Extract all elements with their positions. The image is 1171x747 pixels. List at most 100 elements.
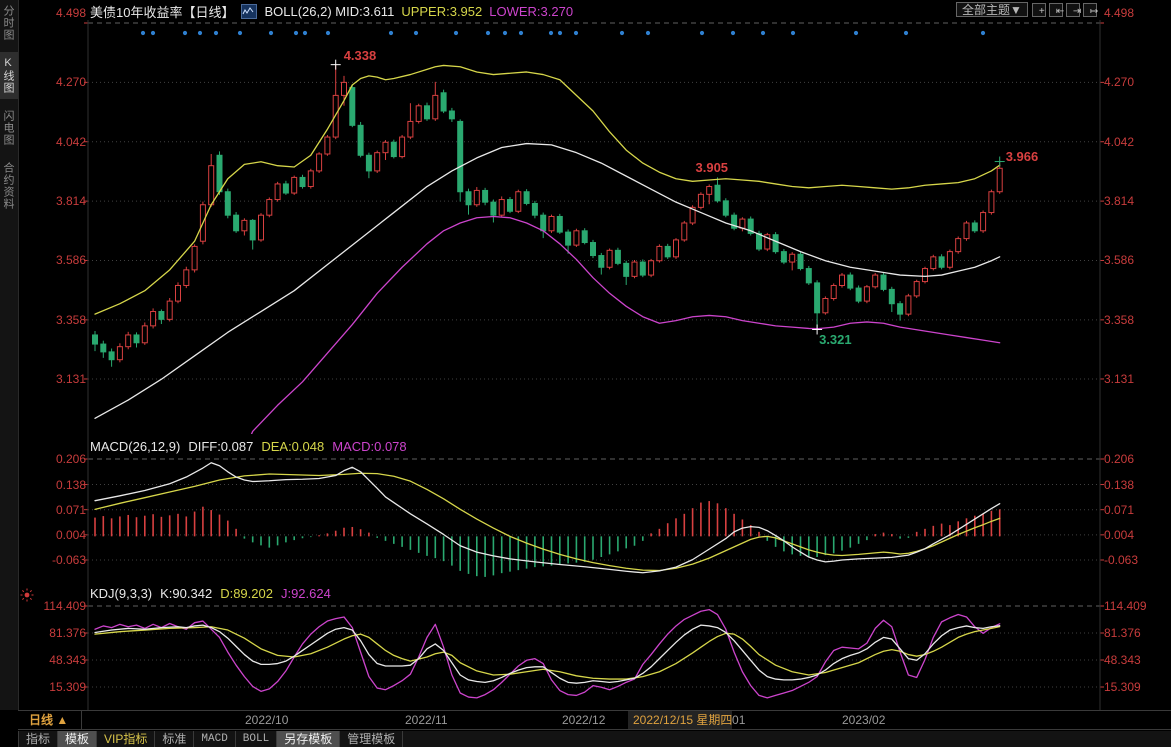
boll-lower-label: LOWER:3.270 bbox=[489, 4, 573, 19]
bottom-tab-另存模板[interactable]: 另存模板 bbox=[277, 731, 340, 747]
candle-body bbox=[674, 240, 679, 257]
signal-dot bbox=[183, 31, 187, 35]
period-selector[interactable]: 日线 ▲ bbox=[18, 711, 82, 729]
page-forward-icon[interactable]: ↦ bbox=[1083, 3, 1097, 17]
macd-diff-value: DIFF:0.087 bbox=[188, 439, 253, 454]
candle-body bbox=[864, 287, 869, 301]
date-tick-label: 2022/11 bbox=[405, 713, 448, 728]
candle-body bbox=[873, 275, 878, 287]
signal-dot bbox=[294, 31, 298, 35]
candle-body bbox=[898, 304, 903, 314]
theme-select-button[interactable]: 全部主题▼ bbox=[956, 2, 1028, 17]
zoom-out-icon[interactable]: ⇤ bbox=[1049, 3, 1063, 17]
alarm-icon[interactable] bbox=[20, 588, 34, 607]
candle-body bbox=[582, 231, 587, 243]
candle-body bbox=[972, 223, 977, 231]
bottom-tab-MACD[interactable]: MACD bbox=[194, 731, 235, 747]
candle-body bbox=[914, 282, 919, 296]
signal-dot bbox=[303, 31, 307, 35]
signal-dot bbox=[326, 31, 330, 35]
chart-canvas bbox=[0, 0, 1171, 747]
candle-body bbox=[275, 184, 280, 200]
date-axis: 日线 ▲ 2022/102022/112022/122023/012023/02… bbox=[0, 710, 1171, 730]
candle-body bbox=[491, 202, 496, 215]
corner-block bbox=[0, 710, 18, 747]
signal-dot bbox=[238, 31, 242, 35]
candle-body bbox=[259, 215, 264, 240]
dea-line bbox=[95, 473, 1000, 570]
candle-body bbox=[989, 192, 994, 213]
candle-body bbox=[557, 216, 562, 232]
toolbar: 全部主题▼ +⇤⇥↦ bbox=[956, 2, 1097, 17]
signal-dot bbox=[549, 31, 553, 35]
boll-upper-label: UPPER:3.952 bbox=[401, 4, 482, 19]
candle-body bbox=[524, 192, 529, 204]
signal-dot bbox=[558, 31, 562, 35]
candle-body bbox=[906, 296, 911, 314]
macd-dea-value: DEA:0.048 bbox=[261, 439, 324, 454]
candle-body bbox=[574, 231, 579, 245]
candle-body bbox=[167, 301, 172, 319]
candle-body bbox=[541, 215, 546, 231]
bottom-tab-指标[interactable]: 指标 bbox=[19, 731, 58, 747]
kdj-j-value: J:92.624 bbox=[281, 586, 331, 601]
candle-body bbox=[400, 137, 405, 157]
candle-body bbox=[325, 137, 330, 154]
date-tick-label: 2023/02 bbox=[842, 713, 885, 728]
sidebar-item-2[interactable]: K线图 bbox=[0, 52, 18, 99]
date-tick-label: 2022/12 bbox=[562, 713, 605, 728]
candle-body bbox=[723, 201, 728, 215]
candle-body bbox=[939, 257, 944, 267]
crosshair-icon[interactable]: + bbox=[1032, 3, 1046, 17]
candle-body bbox=[591, 243, 596, 256]
candle-body bbox=[375, 153, 380, 171]
candle-body bbox=[350, 88, 355, 126]
signal-dot bbox=[269, 31, 273, 35]
candle-body bbox=[840, 275, 845, 285]
bottom-tab-管理模板[interactable]: 管理模板 bbox=[340, 731, 403, 747]
candle-body bbox=[624, 263, 629, 276]
cross-white bbox=[812, 324, 822, 334]
sidebar-item-4[interactable]: 合约资料 bbox=[0, 157, 18, 215]
signal-dot bbox=[454, 31, 458, 35]
bottom-tab-BOLL[interactable]: BOLL bbox=[236, 731, 277, 747]
candle-body bbox=[283, 184, 288, 193]
cross-green bbox=[995, 157, 1005, 167]
sidebar-item-3[interactable]: 闪电图 bbox=[0, 105, 18, 151]
candle-body bbox=[441, 93, 446, 111]
macd-name-label: MACD(26,12,9) bbox=[90, 439, 180, 454]
candle-body bbox=[698, 194, 703, 207]
candle-body bbox=[466, 192, 471, 205]
bottom-tab-标准[interactable]: 标准 bbox=[155, 731, 194, 747]
candle-body bbox=[383, 142, 388, 152]
candle-body bbox=[101, 344, 106, 352]
zoom-in-icon[interactable]: ⇥ bbox=[1066, 3, 1080, 17]
candle-body bbox=[682, 223, 687, 240]
bottom-tab-VIP指标[interactable]: VIP指标 bbox=[97, 731, 155, 747]
sidebar-item-1[interactable]: 分时图 bbox=[0, 0, 18, 46]
signal-dot bbox=[791, 31, 795, 35]
candle-body bbox=[881, 275, 886, 289]
candle-body bbox=[931, 257, 936, 269]
candle-body bbox=[798, 254, 803, 268]
toolbar-buttons: +⇤⇥↦ bbox=[1032, 3, 1097, 17]
candle-body bbox=[815, 283, 820, 313]
candle-body bbox=[93, 335, 98, 344]
candle-body bbox=[665, 246, 670, 256]
candle-body bbox=[516, 192, 521, 212]
mini-line-chart-icon bbox=[241, 4, 257, 19]
bottom-tab-模板[interactable]: 模板 bbox=[58, 731, 97, 747]
candle-body bbox=[956, 239, 961, 252]
signal-dot bbox=[574, 31, 578, 35]
candle-body bbox=[209, 166, 214, 205]
candle-body bbox=[757, 233, 762, 249]
macd-header: MACD(26,12,9) DIFF:0.087 DEA:0.048 MACD:… bbox=[90, 439, 407, 454]
signal-dot bbox=[389, 31, 393, 35]
candle-body bbox=[532, 203, 537, 215]
candle-body bbox=[499, 200, 504, 216]
signal-dot bbox=[761, 31, 765, 35]
candle-body bbox=[997, 168, 1002, 191]
candle-body bbox=[649, 261, 654, 275]
signal-dot bbox=[198, 31, 202, 35]
candle-body bbox=[408, 121, 413, 137]
